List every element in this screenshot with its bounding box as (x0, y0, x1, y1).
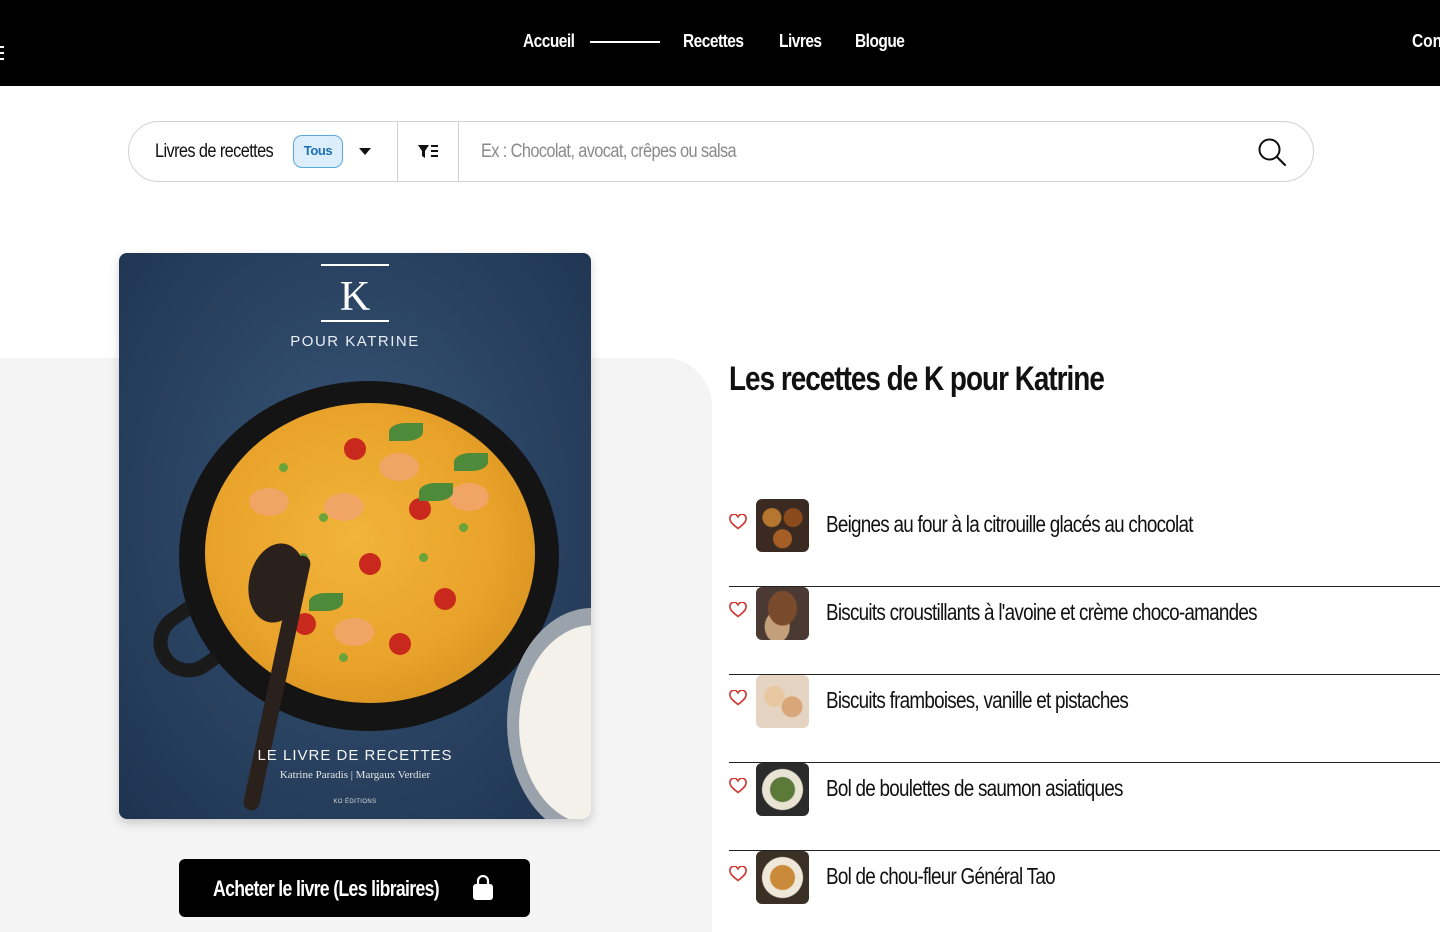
cover-logo-letter: K (339, 274, 371, 320)
page-title: Les recettes de K pour Katrine (729, 360, 1105, 399)
divider (397, 122, 398, 181)
recipe-item[interactable]: Bol de chou-fleur Général Tao (729, 851, 1440, 932)
buy-book-button[interactable]: Acheter le livre (Les libraires) (179, 859, 530, 917)
nav-link-accueil[interactable]: Accueil (523, 31, 575, 52)
book-cover-image: K POUR KATRINE LE LIVRE DE RECETTES Katr… (119, 253, 591, 819)
recipe-thumbnail[interactable] (756, 499, 809, 552)
recipe-title[interactable]: Biscuits croustillants à l'avoine et crè… (826, 599, 1258, 626)
recipe-item[interactable]: Biscuits framboises, vanille et pistache… (729, 675, 1440, 763)
heart-icon[interactable] (729, 778, 747, 794)
heart-icon[interactable] (729, 690, 747, 706)
recipe-title[interactable]: Bol de chou-fleur Général Tao (826, 863, 1056, 890)
shopping-bag-icon (473, 875, 493, 900)
cover-authors: Katrine Paradis | Margaux Verdier (279, 769, 431, 781)
account-link[interactable]: Con (1412, 31, 1440, 52)
page-title-prefix: Les recettes de (729, 360, 925, 398)
recipe-item[interactable]: Biscuits croustillants à l'avoine et crè… (729, 587, 1440, 675)
active-nav-underline (590, 41, 660, 43)
nav-link-livres[interactable]: Livres (779, 31, 822, 52)
nav-link-blogue[interactable]: Blogue (855, 31, 905, 52)
recipe-title[interactable]: Beignes au four à la citrouille glacés a… (826, 511, 1193, 538)
divider (458, 122, 459, 181)
recipe-title[interactable]: Bol de boulettes de saumon asiatiques (826, 775, 1123, 802)
cover-publisher: KO ÉDITIONS (333, 799, 377, 805)
recipe-thumbnail[interactable] (756, 851, 809, 904)
search-input[interactable] (481, 135, 1135, 169)
menu-icon[interactable] (0, 46, 4, 62)
heart-icon[interactable] (729, 866, 747, 882)
search-bar: Livres de recettes Tous (128, 121, 1314, 182)
cover-title: LE LIVRE DE RECETTES (257, 747, 453, 764)
recipe-item[interactable]: Beignes au four à la citrouille glacés a… (729, 499, 1440, 587)
filter-pill[interactable]: Tous (293, 135, 343, 168)
top-navigation: Accueil Recettes Livres Blogue Con (0, 0, 1440, 86)
filter-icon[interactable] (417, 142, 439, 162)
buy-book-label: Acheter le livre (Les libraires) (213, 876, 440, 901)
heart-icon[interactable] (729, 602, 747, 618)
heart-icon[interactable] (729, 514, 747, 530)
nav-link-recettes[interactable]: Recettes (683, 31, 744, 52)
recipe-thumbnail[interactable] (756, 675, 809, 728)
cover-brand: POUR KATRINE (290, 333, 420, 350)
recipe-title[interactable]: Biscuits framboises, vanille et pistache… (826, 687, 1129, 714)
recipe-thumbnail[interactable] (756, 587, 809, 640)
recipe-item[interactable]: Bol de boulettes de saumon asiatiques (729, 763, 1440, 851)
recipe-thumbnail[interactable] (756, 763, 809, 816)
chevron-down-icon[interactable] (359, 148, 371, 155)
category-select-label[interactable]: Livres de recettes (155, 141, 274, 163)
search-icon[interactable] (1257, 137, 1287, 167)
page-title-book-name: K pour Katrine (924, 360, 1105, 398)
